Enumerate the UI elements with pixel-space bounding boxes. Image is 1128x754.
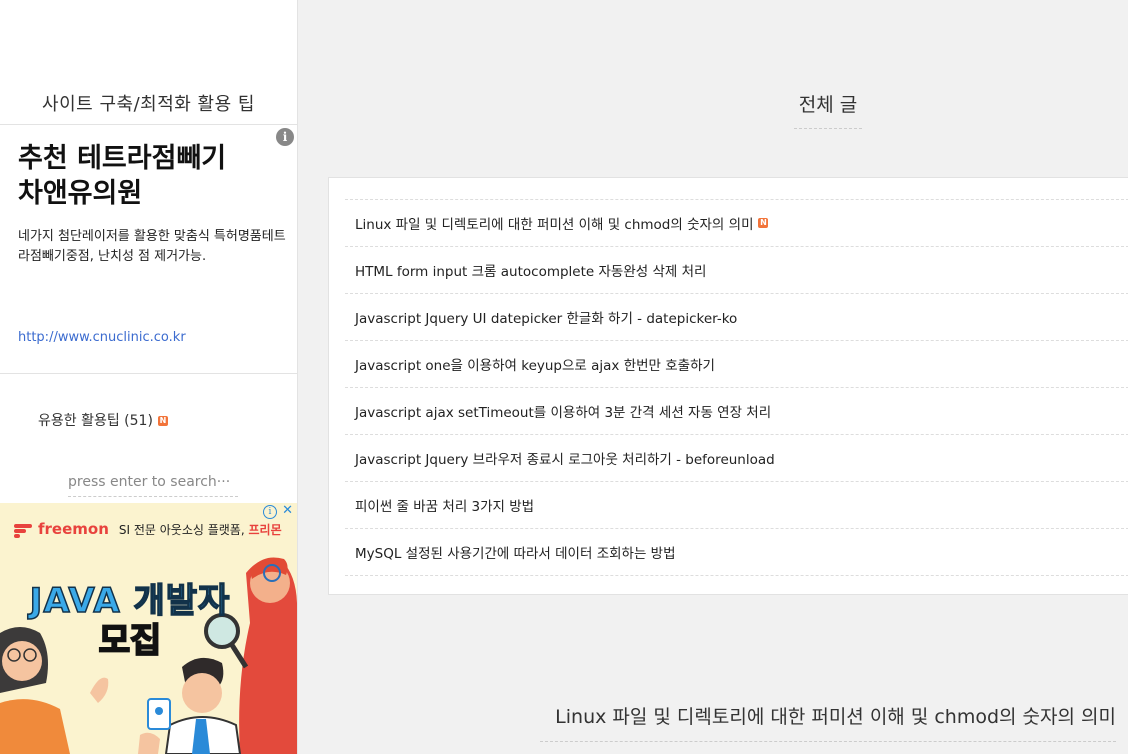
freemon-logo-icon <box>14 523 32 538</box>
post-title[interactable]: Linux 파일 및 디렉토리에 대한 퍼미션 이해 및 chmod의 숫자의 … <box>355 213 753 233</box>
post-list: Linux 파일 및 디렉토리에 대한 퍼미션 이해 및 chmod의 숫자의 … <box>328 177 1128 595</box>
banner-ad[interactable]: freemon SI 전문 아웃소싱 플랫폼, 프리몬 i ✕ JAVA 개발자 … <box>0 503 297 754</box>
ad-description: 네가지 첨단레이저를 활용한 맞춤식 특허명품테트라점빼기중점, 난치성 점 제… <box>18 229 286 264</box>
ad-close-icon[interactable]: ✕ <box>282 503 293 518</box>
post-item[interactable]: Javascript Jquery 브라우저 종료시 로그아웃 처리하기 - b… <box>345 435 1128 482</box>
sidebar: 사이트 구축/최적화 활용 팁 i 추천 테트라점빼기 차앤유의원 네가지 첨단… <box>0 0 298 754</box>
search-input[interactable]: press enter to search··· <box>68 474 238 497</box>
post-item[interactable]: HTML form input 크롬 autocomplete 자동완성 삭제 … <box>345 247 1128 294</box>
post-item[interactable]: Javascript one을 이용하여 keyup으로 ajax 한번만 호출… <box>345 341 1128 388</box>
ad-choices-icon[interactable]: i <box>263 505 277 519</box>
ad-headline-line1[interactable]: JAVA 개발자 <box>0 580 260 622</box>
ad-info-icon[interactable]: i <box>276 128 294 146</box>
page-title: 전체 글 <box>794 90 862 129</box>
new-badge-icon: N <box>157 416 168 426</box>
ad-title-line1[interactable]: 추천 테트라점빼기 <box>18 141 278 176</box>
post-item[interactable]: Javascript Jquery UI datepicker 한글화 하기 -… <box>345 294 1128 341</box>
text-ad[interactable]: i 추천 테트라점빼기 차앤유의원 네가지 첨단레이저를 활용한 맞춤식 특허명… <box>0 124 297 374</box>
category-label[interactable]: 유용한 활용팁 (51) <box>38 413 153 429</box>
post-title[interactable]: Javascript ajax setTimeout를 이용하여 3분 간격 세… <box>355 401 771 421</box>
ad-url-link[interactable]: http://www.cnuclinic.co.kr <box>18 330 186 345</box>
post-title[interactable]: MySQL 설정된 사용기간에 따라서 데이터 조회하는 방법 <box>355 542 676 562</box>
blog-title[interactable]: 사이트 구축/최적화 활용 팁 <box>0 90 297 116</box>
category-item[interactable]: 유용한 활용팁 (51) N <box>38 410 168 430</box>
ad-title-line2[interactable]: 차앤유의원 <box>18 176 278 211</box>
ad-tagline-highlight: 프리몬 <box>248 523 282 537</box>
post-title[interactable]: Javascript Jquery 브라우저 종료시 로그아웃 처리하기 - b… <box>355 448 775 468</box>
post-title[interactable]: HTML form input 크롬 autocomplete 자동완성 삭제 … <box>355 260 706 280</box>
ad-brand-row[interactable]: freemon SI 전문 아웃소싱 플랫폼, 프리몬 <box>14 520 282 538</box>
new-badge-icon: N <box>758 218 769 228</box>
ad-brand[interactable]: freemon <box>38 520 109 538</box>
post-title[interactable]: Javascript Jquery UI datepicker 한글화 하기 -… <box>355 307 737 327</box>
post-item[interactable]: Javascript ajax setTimeout를 이용하여 3분 간격 세… <box>345 388 1128 435</box>
ad-tagline: SI 전문 아웃소싱 플랫폼, <box>118 523 245 537</box>
post-item[interactable]: Linux 파일 및 디렉토리에 대한 퍼미션 이해 및 chmod의 숫자의 … <box>345 200 1128 247</box>
ad-headline[interactable]: JAVA 개발자 모집 <box>0 580 260 662</box>
ad-headline-line2[interactable]: 모집 <box>0 620 260 662</box>
post-item[interactable]: MySQL 설정된 사용기간에 따라서 데이터 조회하는 방법 <box>345 529 1128 576</box>
post-heading[interactable]: Linux 파일 및 디렉토리에 대한 퍼미션 이해 및 chmod의 숫자의 … <box>540 702 1116 742</box>
post-title[interactable]: 피이썬 줄 바꿈 처리 3가지 방법 <box>355 495 534 515</box>
ad-title[interactable]: 추천 테트라점빼기 차앤유의원 <box>18 141 278 211</box>
post-item[interactable]: 피이썬 줄 바꿈 처리 3가지 방법 <box>345 482 1128 529</box>
post-title[interactable]: Javascript one을 이용하여 keyup으로 ajax 한번만 호출… <box>355 354 715 374</box>
